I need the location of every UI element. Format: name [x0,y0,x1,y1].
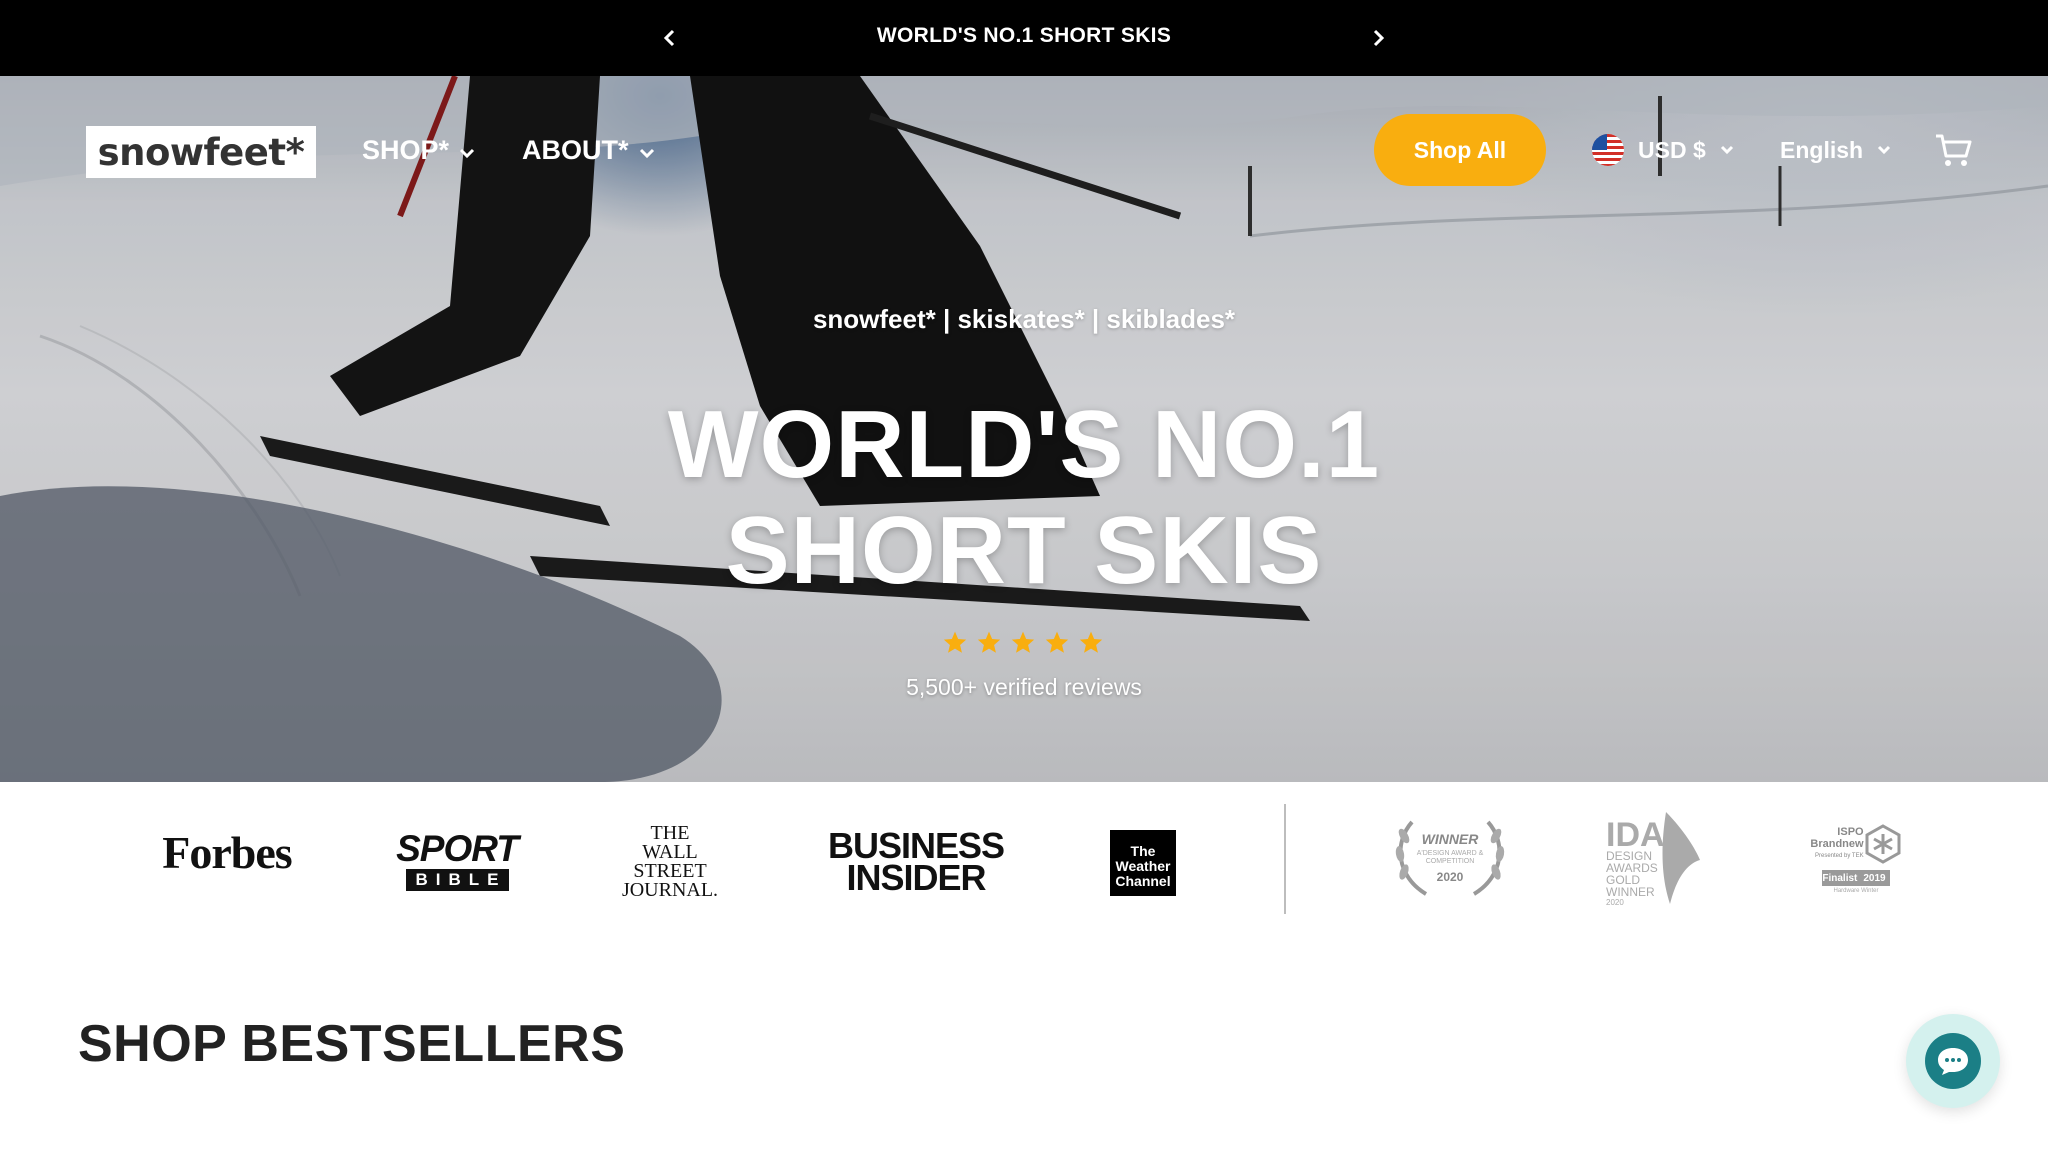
business-insider-logo-line2: INSIDER [846,857,986,898]
section-title-bestsellers: SHOP BESTSELLERS [78,1015,626,1073]
weather-channel-logo: The Weather Channel [1110,830,1176,896]
currency-label: USD $ [1638,136,1706,163]
chat-button-inner [1925,1033,1981,1089]
ispo-finalist-bar: Finalist 2019 [1822,870,1890,886]
reviews-count: 5,500+ verified reviews [906,674,1142,700]
us-flag-icon [1592,134,1624,166]
chevron-down-icon [459,148,475,159]
ispo-text: ISPO Brandnew Presented by TEK [1810,826,1863,862]
cart-icon [1936,134,1972,166]
hero-subtitle: snowfeet* | skiskates* | skiblades* [812,304,1236,334]
chevron-down-icon [1878,145,1891,155]
ispo-hexagon-icon [1865,824,1901,864]
logo-text: snowfeet* [97,130,305,174]
chevron-right-icon [1373,29,1385,47]
ispo-bar-year: 2019 [1863,872,1886,884]
language-selector[interactable]: English [1780,132,1891,168]
snowfeet-logo[interactable]: snowfeet* [86,126,316,178]
wsj-logo: THE WALL STREET JOURNAL. [614,823,726,900]
weather-channel-logo-line1: The [1130,842,1156,859]
language-label: English [1780,136,1864,163]
ida-line5: WINNER [1606,885,1655,899]
sportbible-logo: SPORT BIBLE [396,830,519,892]
wsj-logo-line2: WALL STREET [633,841,707,882]
rating-stars [942,630,1104,660]
weather-channel-logo-line3: Channel [1115,872,1171,889]
sportbible-logo-top: SPORT [396,828,519,869]
announcement-message: WORLD'S NO.1 SHORT SKIS [876,24,1172,47]
ispo-line3: Presented by TEK [1815,853,1864,859]
ida-award-logo: IDA DESIGN AWARDS GOLD WINNER 2020 [1604,810,1704,906]
ispo-brandnew-logo: ISPO Brandnew Presented by TEK Finalist … [1804,818,1908,900]
shop-all-button[interactable]: Shop All [1374,114,1546,186]
star-icon [1045,631,1069,653]
hero-headline-line1: WORLD'S NO.1 [667,391,1381,498]
star-icon [943,631,967,653]
press-logos-strip: Forbes SPORT BIBLE THE WALL STREET JOURN… [0,782,2048,914]
nav-about[interactable]: ABOUT* [522,130,655,170]
chat-button[interactable] [1906,1014,2000,1108]
nav-shop[interactable]: SHOP* [362,130,475,170]
ispo-header: ISPO Brandnew Presented by TEK [1810,824,1901,864]
business-insider-logo: BUSINESS INSIDER [826,828,1006,898]
nav-shop-label: SHOP* [362,134,450,165]
ida-line6: 2020 [1606,898,1624,906]
star-icon [977,631,1001,653]
weather-channel-logo-line2: Weather [1115,857,1171,874]
announcement-bar: WORLD'S NO.1 SHORT SKIS [0,0,2048,76]
star-icon [1079,631,1103,653]
star-icon [1011,631,1035,653]
ispo-bar-label: Finalist [1822,872,1858,884]
currency-selector[interactable]: USD $ [1592,132,1734,168]
chevron-down-icon [1720,145,1733,155]
nav-about-label: ABOUT* [522,134,629,165]
chat-bubble-icon [1938,1048,1968,1075]
announcement-next-button[interactable] [1362,22,1394,54]
ispo-line1: ISPO [1837,826,1864,838]
press-divider [1284,804,1286,914]
sportbible-logo-bottom: BIBLE [405,869,509,891]
hero-headline-line2: SHORT SKIS [725,497,1323,604]
hero-headline: WORLD'S NO.1 SHORT SKIS [0,392,2048,604]
a-design-award-sub: A'DESIGN AWARD & COMPETITION [1416,849,1484,865]
a-design-award-logo: WINNER A'DESIGN AWARD & COMPETITION 2020 [1390,812,1510,902]
wsj-logo-line3: JOURNAL. [621,879,719,901]
ida-badge-icon: IDA DESIGN AWARDS GOLD WINNER 2020 [1606,812,1700,906]
chevron-down-icon [639,148,654,159]
cart-button[interactable] [1934,132,1972,168]
a-design-award-title: WINNER [1421,830,1479,847]
a-design-award-year: 2020 [1436,869,1464,884]
ispo-note: Hardware Winter [1833,888,1879,894]
ispo-line2: Brandnew [1810,838,1864,850]
forbes-logo: Forbes [162,826,292,878]
